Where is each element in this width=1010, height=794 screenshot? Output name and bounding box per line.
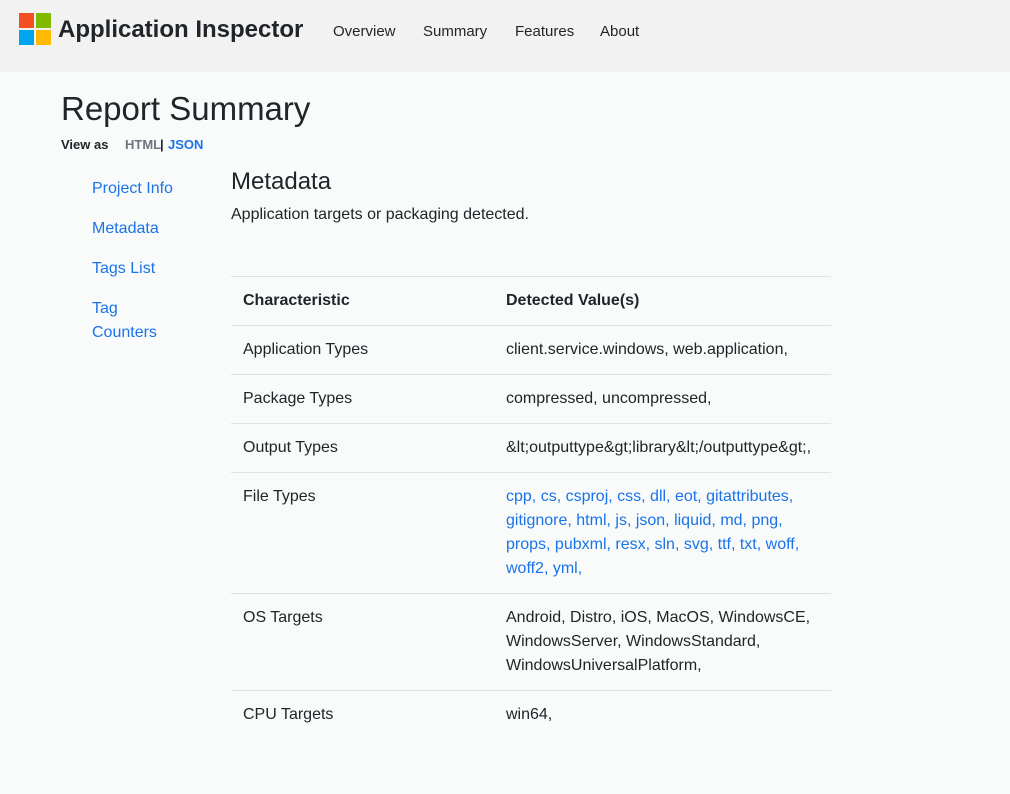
row-name: File Types (231, 472, 494, 594)
microsoft-logo-icon[interactable] (19, 13, 51, 45)
row-value-file-types: cpp, cs, csproj, css, dll, eot, gitattri… (494, 472, 831, 594)
sidebar-item-project-info[interactable]: Project Info (92, 177, 192, 201)
row-name: OS Targets (231, 593, 494, 691)
row-name: Package Types (231, 374, 494, 424)
table-row: CPU Targets win64, (231, 690, 831, 739)
sidebar-item-tags-list[interactable]: Tags List (92, 257, 192, 281)
row-value: &lt;outputtype&gt;library&lt;/outputtype… (494, 423, 831, 473)
nav-overview[interactable]: Overview (333, 23, 396, 40)
view-as-switcher: View as HTML | JSON (61, 137, 203, 152)
view-json-link[interactable]: JSON (168, 137, 203, 152)
page-title: Report Summary (61, 90, 311, 127)
row-name: CPU Targets (231, 690, 494, 739)
file-types-link[interactable]: cpp, cs, csproj, css, dll, eot, gitattri… (506, 488, 799, 577)
top-navbar: Application Inspector Overview Summary F… (0, 0, 1010, 72)
row-value: client.service.windows, web.application, (494, 325, 831, 375)
row-value: compressed, uncompressed, (494, 374, 831, 424)
sidebar-item-tag-counters[interactable]: Tag Counters (92, 297, 157, 345)
table-row: Package Types compressed, uncompressed, (231, 374, 831, 424)
logo-red-square (19, 13, 34, 28)
logo-yellow-square (36, 30, 51, 45)
table-row: Application Types client.service.windows… (231, 325, 831, 375)
column-header-characteristic: Characteristic (231, 276, 494, 326)
nav-about[interactable]: About (600, 23, 639, 40)
table-row: Output Types &lt;outputtype&gt;library&l… (231, 423, 831, 473)
row-name: Application Types (231, 325, 494, 375)
table-row: File Types cpp, cs, csproj, css, dll, eo… (231, 472, 831, 594)
view-separator: | (160, 137, 164, 152)
row-value: win64, (494, 690, 831, 739)
logo-green-square (36, 13, 51, 28)
nav-features[interactable]: Features (515, 23, 574, 40)
sidebar-item-metadata[interactable]: Metadata (92, 217, 192, 241)
section-description: Application targets or packaging detecte… (231, 206, 529, 223)
table-header-row: Characteristic Detected Value(s) (231, 276, 831, 326)
nav-summary[interactable]: Summary (423, 23, 487, 40)
logo-blue-square (19, 30, 34, 45)
row-name: Output Types (231, 423, 494, 473)
view-html-option: HTML (125, 137, 162, 152)
section-title: Metadata (231, 168, 332, 195)
row-value: Android, Distro, iOS, MacOS, WindowsCE, … (494, 593, 831, 691)
table-row: OS Targets Android, Distro, iOS, MacOS, … (231, 593, 831, 691)
metadata-table: Characteristic Detected Value(s) Applica… (231, 276, 831, 739)
brand-title[interactable]: Application Inspector (58, 16, 303, 44)
view-as-label: View as (61, 137, 109, 152)
column-header-detected-values: Detected Value(s) (494, 276, 831, 326)
